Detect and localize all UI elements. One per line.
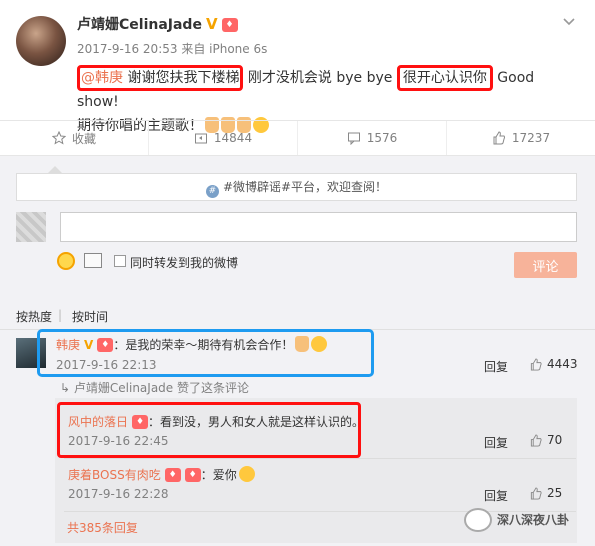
verified-icon: V bbox=[205, 15, 218, 33]
repost-button[interactable]: 14844 bbox=[149, 121, 298, 155]
favorite-label: 收藏 bbox=[71, 131, 96, 146]
vip-icon: ♦ bbox=[97, 338, 114, 352]
vip-icon: ♦ bbox=[184, 468, 201, 482]
like-button[interactable]: 17237 bbox=[447, 121, 595, 155]
thumbs-up-icon bbox=[493, 131, 505, 145]
reply-highlight-box bbox=[57, 402, 361, 458]
sort-by-hot[interactable]: 按热度 bbox=[16, 308, 52, 325]
favorite-button[interactable]: 收藏 bbox=[0, 121, 149, 155]
reply-time: 2017-9-16 22:45 bbox=[68, 434, 169, 448]
thumbs-up-icon bbox=[530, 433, 542, 447]
repost-count: 14844 bbox=[213, 131, 253, 145]
author-avatar[interactable] bbox=[16, 16, 66, 66]
thumbs-up-icon bbox=[530, 486, 542, 500]
comment-button[interactable]: 1576 bbox=[298, 121, 447, 155]
liked-arrow-icon: ↳ bbox=[60, 381, 71, 395]
smile-emoji bbox=[311, 336, 328, 352]
action-bar: 收藏 14844 1576 17237 bbox=[0, 120, 595, 156]
reply-like-button[interactable]: 70 bbox=[529, 433, 562, 447]
grin-emoji bbox=[238, 466, 255, 482]
liked-note-text: 卢靖姗CelinaJade 赞了这条评论 bbox=[73, 381, 249, 395]
author-name[interactable]: 卢靖姗CelinaJade bbox=[77, 17, 202, 33]
mention-link[interactable]: @韩庚 bbox=[81, 70, 123, 86]
reply-author[interactable]: 风中的落日 bbox=[68, 415, 128, 429]
sort-divider: | bbox=[58, 308, 63, 322]
post-time[interactable]: 2017-9-16 20:53 bbox=[77, 42, 178, 56]
author-liked-note: ↳ 卢靖姗CelinaJade 赞了这条评论 bbox=[60, 379, 249, 396]
vip-icon: ♦ bbox=[164, 468, 181, 482]
vip-icon: ♦ bbox=[221, 18, 238, 32]
more-replies-link[interactable]: 共385条回复 bbox=[67, 519, 138, 536]
clap-emoji bbox=[295, 336, 310, 352]
star-icon bbox=[51, 131, 66, 145]
submit-comment-button[interactable]: 评论 bbox=[514, 252, 577, 278]
comment-line: 韩庚 V ♦ ：是我的荣幸～期待有机会合作！ bbox=[56, 336, 328, 353]
verified-icon: V bbox=[84, 338, 94, 352]
post-text-part2: 刚才没机会说 bye bye bbox=[247, 70, 393, 86]
comment-area-pointer bbox=[48, 166, 62, 173]
comment-count: 1576 bbox=[366, 131, 398, 145]
thumbs-up-icon bbox=[530, 357, 542, 371]
post-source: 来自 iPhone 6s bbox=[181, 42, 268, 56]
emoji-picker-icon[interactable] bbox=[57, 252, 75, 270]
notice-icon: # bbox=[205, 185, 219, 198]
author-name-row: 卢靖姗CelinaJade V ♦ bbox=[77, 14, 238, 34]
image-upload-icon[interactable] bbox=[84, 253, 102, 268]
post-meta: 2017-9-16 20:53 来自 iPhone 6s bbox=[77, 40, 267, 57]
reply-time: 2017-9-16 22:28 bbox=[68, 487, 169, 501]
reply-like-count: 70 bbox=[547, 433, 563, 447]
chevron-down-icon[interactable] bbox=[562, 14, 576, 28]
vip-icon: ♦ bbox=[132, 415, 149, 429]
forward-label: 同时转发到我的微博 bbox=[130, 256, 239, 270]
reply-like-count: 25 bbox=[547, 486, 563, 500]
forward-checkbox[interactable] bbox=[114, 255, 126, 267]
highlight-box-phrase: 很开心认识你 bbox=[396, 65, 493, 91]
post-text-part1: 谢谢您扶我下楼梯 bbox=[127, 70, 240, 86]
comment-time: 2017-9-16 22:13 bbox=[56, 358, 157, 372]
my-avatar bbox=[16, 212, 46, 242]
reply-line: 风中的落日 ♦ ：看到没，男人和女人就是这样认识的。 bbox=[68, 413, 364, 430]
watermark-logo-icon bbox=[464, 508, 492, 532]
comment-like-count: 4443 bbox=[547, 357, 578, 371]
watermark-text: 深八深夜八卦 bbox=[497, 513, 570, 527]
reply-divider bbox=[64, 458, 576, 459]
comment-icon bbox=[347, 132, 360, 145]
reply-button[interactable]: 回复 bbox=[484, 434, 508, 451]
comment-input[interactable] bbox=[60, 212, 577, 242]
sort-by-time[interactable]: 按时间 bbox=[72, 308, 108, 325]
commenter-name[interactable]: 韩庚 bbox=[56, 338, 80, 352]
reply-text: ：看到没，男人和女人就是这样认识的。 bbox=[148, 415, 365, 429]
reply-text: ：爱你 bbox=[200, 468, 237, 482]
highlight-box-mention: @韩庚 谢谢您扶我下楼梯 bbox=[77, 65, 244, 91]
notice-text: #微博辟谣#平台，欢迎查阅！ bbox=[222, 180, 388, 194]
reply-line: 庚着BOSS有肉吃 ♦ ♦ ：爱你 bbox=[68, 466, 255, 483]
reply-author[interactable]: 庚着BOSS有肉吃 bbox=[68, 468, 161, 482]
reply-button[interactable]: 回复 bbox=[484, 487, 508, 504]
reply-button[interactable]: 回复 bbox=[484, 358, 508, 375]
comment-like-button[interactable]: 4443 bbox=[529, 357, 578, 371]
like-count: 17237 bbox=[511, 131, 551, 145]
post-text-part3: 很开心认识你 bbox=[402, 70, 487, 86]
reply-like-button[interactable]: 25 bbox=[529, 486, 562, 500]
repost-icon bbox=[194, 133, 207, 144]
rumor-notice[interactable]: # #微博辟谣#平台，欢迎查阅！ bbox=[16, 173, 577, 201]
comment-text: ：是我的荣幸～期待有机会合作！ bbox=[113, 338, 294, 352]
